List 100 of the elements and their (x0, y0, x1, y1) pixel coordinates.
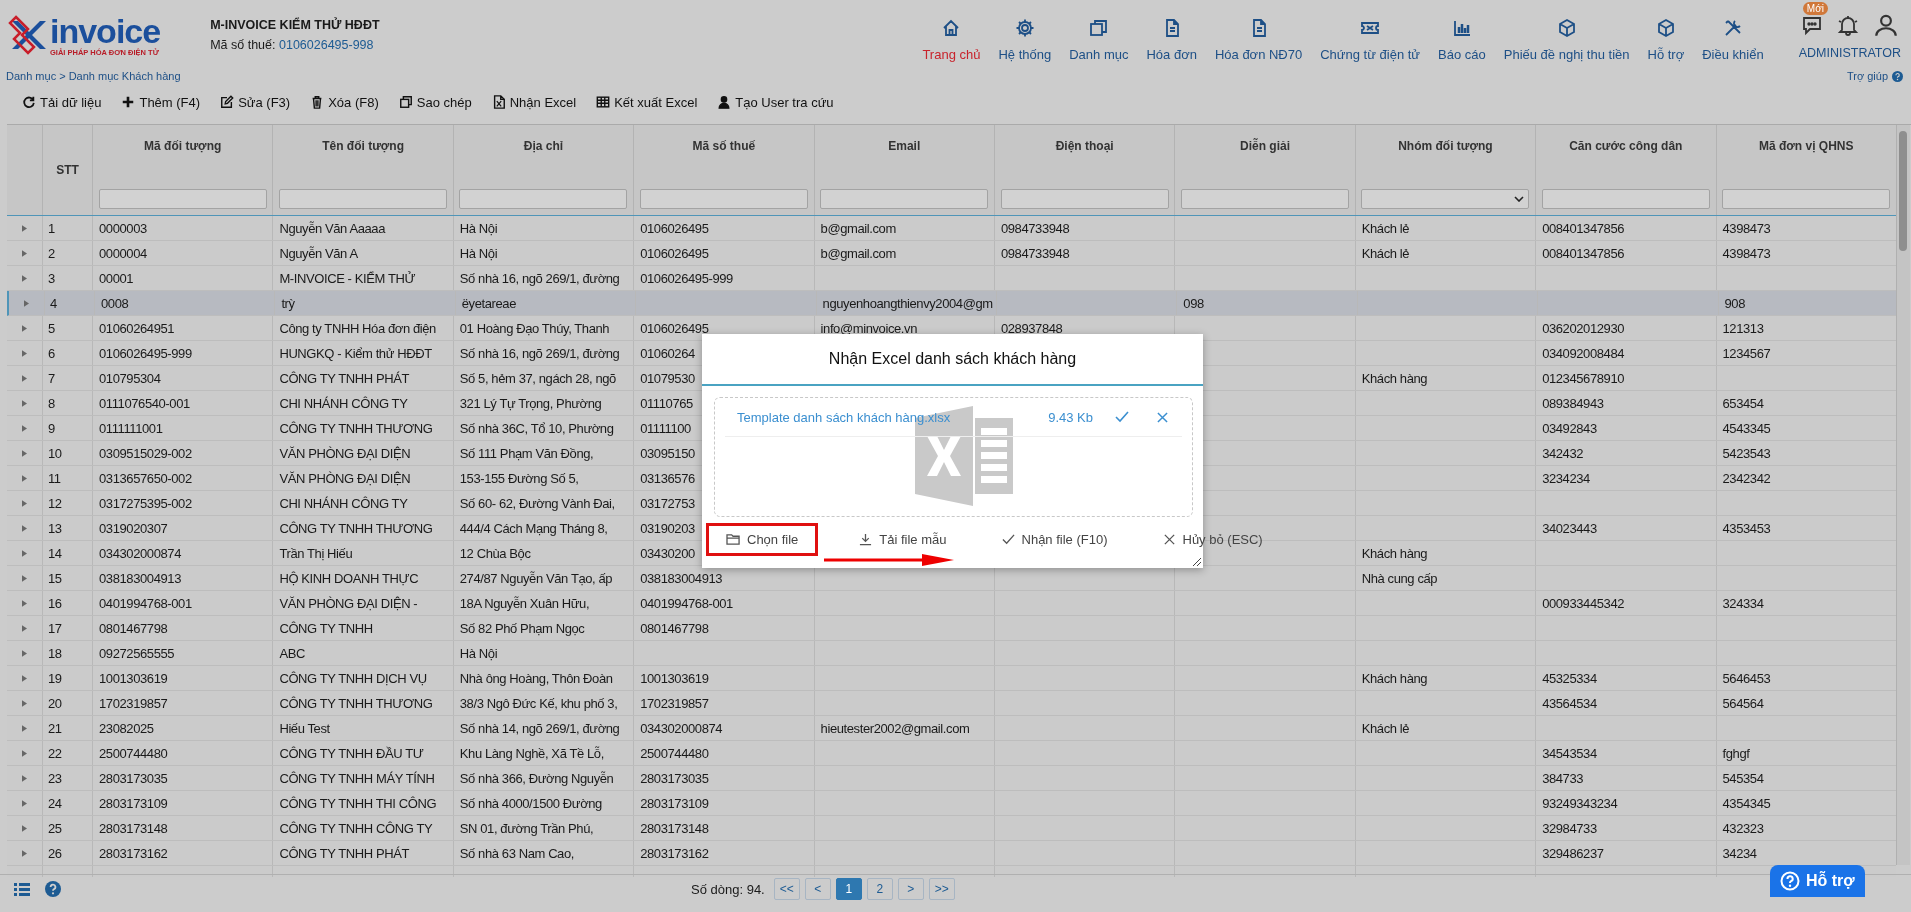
column-header[interactable]: Điện thoại (1055, 139, 1114, 153)
scrollbar[interactable] (1896, 125, 1910, 865)
page-button[interactable]: << (773, 878, 800, 900)
page-button[interactable]: < (804, 878, 831, 900)
toolbar-button[interactable]: Tạo User tra cứu (711, 92, 840, 112)
column-header[interactable]: Mã số thuế (692, 139, 756, 153)
table-row[interactable]: 17 0801467798 CÔNG TY TNHH Số 82 Phố Phạm Ngọc 0801467798 (7, 616, 1896, 641)
nav-item[interactable]: Phiếu đề nghị thu tiền (1494, 0, 1639, 66)
filter-field[interactable] (639, 189, 808, 209)
table-row[interactable]: 19 1001303619 CÔNG TY TNHH DỊCH VỤ Nhà ông Hoàng, Thôn Đoàn 1001303619 Khách hàng 45325334 5646453 (7, 666, 1896, 691)
nav-item[interactable]: Hỗ trợ (1638, 0, 1694, 66)
expand-icon[interactable] (22, 724, 27, 732)
expand-icon[interactable] (22, 674, 27, 682)
column-header[interactable]: Email (888, 139, 921, 153)
dialog-button[interactable]: Nhận file (F10) (986, 524, 1122, 555)
expand-icon[interactable] (22, 424, 27, 432)
filter-field[interactable] (279, 189, 448, 209)
column-header[interactable]: Mã đối tượng (144, 139, 222, 153)
user-name[interactable]: ADMINISTRATOR (1798, 46, 1901, 60)
expand-icon[interactable] (22, 374, 27, 382)
expand-icon[interactable] (22, 549, 27, 557)
expand-icon[interactable] (24, 299, 29, 307)
nav-item[interactable]: Báo cáo (1429, 0, 1495, 66)
nav-item[interactable]: Hóa đơn (1137, 0, 1206, 66)
filter-field[interactable] (1722, 189, 1891, 209)
table-row[interactable]: 15 038183004913 HỘ KINH DOANH THỰC 274/87 Nguyễn Văn Tạo, ấp 038183004913 Nhà cung cấp (7, 566, 1896, 591)
toolbar-button[interactable]: Sao chép (392, 92, 478, 112)
expand-icon[interactable] (22, 474, 27, 482)
help-link[interactable]: Trợ giúp (1846, 70, 1903, 82)
page-button[interactable]: 2 (866, 878, 893, 900)
toolbar-button[interactable]: Sửa (F3) (214, 92, 297, 112)
highlighted-button[interactable]: Chọn file (706, 523, 819, 556)
resize-grip-icon[interactable] (1191, 556, 1201, 566)
toolbar-button[interactable]: Xóa (F8) (304, 92, 385, 112)
toolbar-button[interactable]: Thêm (F4) (115, 92, 207, 112)
column-header[interactable]: Mã đơn vị QHNS (1758, 139, 1854, 153)
expand-icon[interactable] (22, 324, 27, 332)
expand-icon[interactable] (22, 824, 27, 832)
filter-field[interactable] (98, 189, 267, 209)
column-header[interactable]: Diễn giải (1240, 139, 1291, 153)
expand-icon[interactable] (22, 749, 27, 757)
expand-icon[interactable] (22, 599, 27, 607)
toolbar-button[interactable]: Kết xuất Excel (590, 92, 704, 112)
expand-icon[interactable] (22, 649, 27, 657)
list-icon[interactable] (14, 882, 30, 896)
table-row[interactable]: 18 09272565555 ABC Hà Nội (7, 641, 1896, 666)
expand-icon[interactable] (22, 624, 27, 632)
filter-field[interactable] (820, 189, 989, 209)
user-icon[interactable] (1872, 12, 1899, 38)
table-row[interactable]: 16 0401994768-001 VĂN PHÒNG ĐẠI DIỆN - 18A Nguyễn Xuân Hữu, 0401994768-001 000933445342 324334 (7, 591, 1896, 616)
nav-item[interactable]: Hóa đơn NĐ70 (1205, 0, 1312, 66)
filter-field[interactable] (459, 189, 628, 209)
help-icon[interactable] (45, 881, 61, 897)
table-row[interactable]: 21 23082025 Hiếu Test Số nhà 14, ngõ 269/1, đường 034302000874 hieutester2002@gmail.com Khách lẻ (7, 716, 1896, 741)
table-row[interactable]: 24 2803173109 CÔNG TY TNHH THI CÔNG Số nhà 4000/1500 Đường 2803173109 93249343234 4354345 (7, 791, 1896, 816)
page-button[interactable]: >> (928, 878, 955, 900)
support-button[interactable]: Hỗ trợ (1770, 865, 1865, 897)
expand-icon[interactable] (22, 349, 27, 357)
expand-icon[interactable] (22, 699, 27, 707)
table-row[interactable]: 23 2803173035 CÔNG TY TNHH MÁY TÍNH Số nhà 366, Đường Nguyễn 2803173035 384733 545354 (7, 766, 1896, 791)
expand-icon[interactable] (22, 249, 27, 257)
column-header[interactable]: Nhóm đối tượng (1398, 139, 1493, 153)
close-icon[interactable] (1157, 411, 1168, 423)
column-header[interactable]: Tên đối tượng (322, 139, 404, 153)
toolbar-button[interactable]: Nhận Excel (485, 92, 583, 112)
dialog-button[interactable]: Hủy bỏ (ESC) (1147, 524, 1277, 555)
expand-icon[interactable] (22, 774, 27, 782)
chat-icon[interactable] (1800, 14, 1823, 36)
table-row[interactable]: 26 2803173162 CÔNG TY TNHH PHÁT Số nhà 63 Nam Cao, 2803173162 329486237 34234 (7, 841, 1896, 866)
column-header[interactable]: Căn cước công dân (1569, 139, 1683, 153)
expand-icon[interactable] (22, 524, 27, 532)
expand-icon[interactable] (22, 224, 27, 232)
nav-item[interactable]: Hệ thống (989, 0, 1061, 66)
expand-icon[interactable] (22, 849, 27, 857)
table-row[interactable]: 1 0000003 Nguyễn Văn Aaaaa Hà Nội 0106026495 b@gmail.com 0984733948 Khách lẻ 008401347856 4398473 (7, 216, 1896, 241)
table-row[interactable]: 22 2500744480 CÔNG TY TNHH ĐẦU TƯ Khu Làng Nghề, Xã Tề Lỗ, 2500744480 34543534 fghgf (7, 741, 1896, 766)
dialog-button[interactable]: Tải file mẫu (844, 524, 961, 555)
expand-icon[interactable] (22, 499, 27, 507)
nav-item[interactable]: Danh mục (1060, 0, 1138, 66)
page-button[interactable]: > (897, 878, 924, 900)
page-button[interactable]: 1 (835, 878, 862, 900)
table-row[interactable]: 25 2803173148 CÔNG TY TNHH CÔNG TY SN 01, đường Trần Phú, 2803173148 32984733 432323 (7, 816, 1896, 841)
table-row[interactable]: 2 0000004 Nguyễn Văn A Hà Nội 0106026495 b@gmail.com 0984733948 Khách lẻ 008401347856 4398473 (7, 241, 1896, 266)
table-row[interactable]: 20 1702319857 CÔNG TY TNHH THƯƠNG 38/3 Ngô Đức Kế, khu phố 3, 1702319857 43564534 564564 (7, 691, 1896, 716)
file-name[interactable]: Template danh sách khách hàng.xlsx (737, 409, 951, 425)
selected-row[interactable]: 4 0008 trỳ ëyetareae nguyenhoangthienvy2004@gm 098 908 (7, 291, 1896, 316)
filter-field[interactable] (1000, 189, 1169, 209)
nav-item[interactable]: Trang chủ (913, 0, 990, 66)
toolbar-button[interactable]: Tải dữ liệu (16, 92, 108, 112)
table-row[interactable]: 5 01060264951 Công ty TNHH Hóa đơn điện 01 Hoàng Đạo Thúy, Thanh 0106026495 info@minvoice.vn 028937848 036202012930 121313 (7, 316, 1896, 341)
expand-icon[interactable] (22, 799, 27, 807)
expand-icon[interactable] (22, 574, 27, 582)
column-header[interactable]: Địa chỉ (523, 139, 564, 153)
filter-field[interactable] (1181, 189, 1350, 209)
drop-zone[interactable]: Template danh sách khách hàng.xlsx 9.43 Kb (714, 397, 1193, 517)
expand-icon[interactable] (22, 399, 27, 407)
bell-icon[interactable] (1836, 14, 1859, 36)
nav-item[interactable]: Chứng từ điện tử (1311, 0, 1430, 66)
expand-icon[interactable] (22, 274, 27, 282)
filter-field[interactable] (1541, 189, 1710, 209)
